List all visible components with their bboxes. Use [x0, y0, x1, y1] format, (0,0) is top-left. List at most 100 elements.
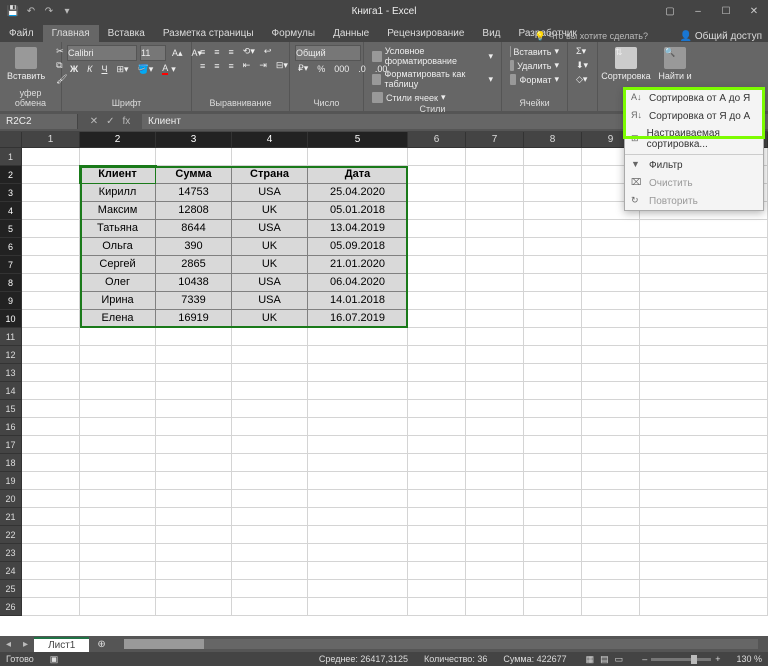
cell[interactable]	[524, 526, 582, 544]
cell[interactable]	[582, 472, 640, 490]
cell[interactable]	[524, 310, 582, 328]
qat-more-icon[interactable]: ▾	[60, 6, 74, 17]
cell[interactable]	[408, 292, 466, 310]
cell[interactable]	[582, 256, 640, 274]
cell[interactable]	[640, 382, 768, 400]
cell[interactable]	[524, 238, 582, 256]
cell[interactable]	[466, 256, 524, 274]
cell[interactable]	[22, 400, 80, 418]
cell[interactable]: 25.04.2020	[308, 184, 408, 202]
cell[interactable]	[408, 562, 466, 580]
clear-button[interactable]: ◇▾	[573, 73, 592, 86]
cell[interactable]	[156, 328, 232, 346]
cell[interactable]	[582, 490, 640, 508]
cell[interactable]	[524, 364, 582, 382]
tab-review[interactable]: Рецензирование	[378, 25, 473, 42]
cell[interactable]	[408, 310, 466, 328]
cell[interactable]	[466, 400, 524, 418]
cell[interactable]	[80, 526, 156, 544]
cell[interactable]: Олег	[80, 274, 156, 292]
cell[interactable]	[582, 544, 640, 562]
col-header[interactable]: 4	[232, 132, 308, 148]
cell[interactable]: 7339	[156, 292, 232, 310]
cell[interactable]	[80, 598, 156, 616]
cell[interactable]	[22, 256, 80, 274]
cell[interactable]	[232, 544, 308, 562]
cell[interactable]	[156, 382, 232, 400]
cell[interactable]: USA	[232, 274, 308, 292]
cell[interactable]	[80, 454, 156, 472]
cell[interactable]	[640, 328, 768, 346]
cell[interactable]	[22, 202, 80, 220]
comma-button[interactable]: 000	[331, 63, 352, 75]
row-header[interactable]: 5	[0, 220, 22, 238]
cell[interactable]	[308, 436, 408, 454]
undo-icon[interactable]: ↶	[24, 6, 38, 17]
cell[interactable]	[466, 346, 524, 364]
cell[interactable]	[156, 418, 232, 436]
wrap-text-button[interactable]: ↩	[261, 45, 275, 58]
cell[interactable]	[524, 544, 582, 562]
cell[interactable]	[640, 418, 768, 436]
cell[interactable]: Максим	[80, 202, 156, 220]
cell[interactable]	[640, 472, 768, 490]
cell-styles-button[interactable]: Стили ячеек▾	[369, 91, 496, 104]
cell[interactable]	[22, 544, 80, 562]
cell[interactable]	[640, 346, 768, 364]
cell[interactable]	[308, 544, 408, 562]
cell[interactable]	[80, 346, 156, 364]
cell[interactable]	[308, 562, 408, 580]
cell[interactable]	[408, 472, 466, 490]
cell[interactable]	[308, 508, 408, 526]
grid[interactable]: 12КлиентСуммаСтранаДата3Кирилл14753USA25…	[0, 148, 768, 636]
cell[interactable]	[524, 490, 582, 508]
cell[interactable]	[232, 328, 308, 346]
cell[interactable]	[582, 328, 640, 346]
conditional-format-button[interactable]: Условное форматирование▾	[369, 45, 496, 67]
cell[interactable]	[232, 598, 308, 616]
cell[interactable]	[232, 346, 308, 364]
cell[interactable]	[524, 508, 582, 526]
cell[interactable]	[408, 202, 466, 220]
cell[interactable]	[640, 400, 768, 418]
cell[interactable]	[524, 436, 582, 454]
cell[interactable]	[80, 544, 156, 562]
cell[interactable]	[408, 454, 466, 472]
align-right-button[interactable]: ≡	[226, 60, 237, 72]
sheet-nav-next-icon[interactable]: ▸	[17, 639, 34, 650]
cell[interactable]	[582, 238, 640, 256]
share-button[interactable]: 👤 Общий доступ	[680, 31, 762, 42]
cell[interactable]	[582, 418, 640, 436]
cell[interactable]	[582, 562, 640, 580]
cell[interactable]	[232, 562, 308, 580]
cell[interactable]	[466, 202, 524, 220]
minimize-icon[interactable]: –	[684, 6, 712, 17]
cell[interactable]	[22, 148, 80, 166]
row-header[interactable]: 19	[0, 472, 22, 490]
row-header[interactable]: 18	[0, 454, 22, 472]
row-header[interactable]: 15	[0, 400, 22, 418]
cell[interactable]	[466, 454, 524, 472]
cell[interactable]	[582, 364, 640, 382]
cell[interactable]	[466, 328, 524, 346]
font-color-button[interactable]: А▾	[159, 62, 179, 76]
cell[interactable]	[156, 400, 232, 418]
cell[interactable]	[408, 526, 466, 544]
cell[interactable]: 13.04.2019	[308, 220, 408, 238]
cell[interactable]	[582, 598, 640, 616]
cell[interactable]: 8644	[156, 220, 232, 238]
cell[interactable]	[640, 598, 768, 616]
cell[interactable]	[408, 148, 466, 166]
cell[interactable]	[22, 598, 80, 616]
add-sheet-button[interactable]: ⊕	[89, 639, 113, 650]
cell[interactable]	[80, 508, 156, 526]
cell[interactable]	[80, 418, 156, 436]
align-middle-button[interactable]: ≡	[211, 46, 222, 58]
redo-icon[interactable]: ↷	[42, 6, 56, 17]
align-center-button[interactable]: ≡	[211, 60, 222, 72]
cell[interactable]: 14753	[156, 184, 232, 202]
cell[interactable]: Сумма	[156, 166, 232, 184]
cell[interactable]: Елена	[80, 310, 156, 328]
row-header[interactable]: 2	[0, 166, 22, 184]
format-as-table-button[interactable]: Форматировать как таблицу▾	[369, 68, 496, 90]
